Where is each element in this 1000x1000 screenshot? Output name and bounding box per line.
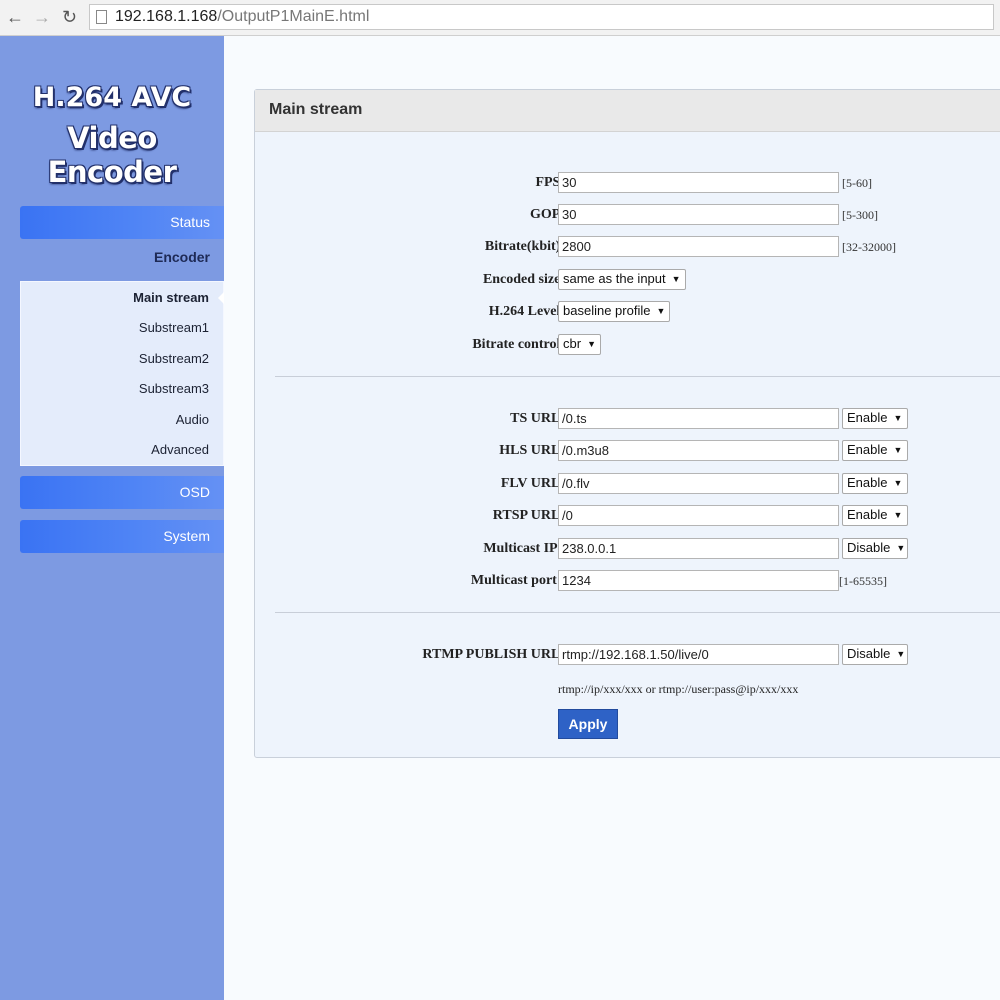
h264-level-label: H.264 Level: [488, 304, 565, 319]
rtmp-state: Disable [847, 646, 891, 661]
encoded-size-label: Encoded size: [482, 272, 565, 287]
rtsp-url-state: Enable [847, 507, 888, 522]
main-stream-panel: Main stream FPS: [5-60] GOP: [5-300] Bit… [254, 89, 1000, 758]
multicast-ip-input[interactable] [558, 538, 839, 559]
bitrate-control-label: Bitrate control: [472, 337, 565, 352]
logo-line2: Video Encoder [47, 121, 177, 189]
ts-url-enable-select[interactable]: Enable ▼ [842, 408, 908, 429]
fps-range: [5-60] [842, 176, 872, 190]
flv-url-label: FLV URL: [500, 476, 565, 491]
dropdown-arrow-icon: ▼ [587, 339, 596, 349]
apply-button[interactable]: Apply [558, 709, 618, 739]
dropdown-arrow-icon: ▼ [893, 413, 903, 423]
multicast-ip-enable-select[interactable]: Disable ▼ [842, 538, 908, 559]
hls-url-input[interactable] [558, 440, 839, 461]
bitrate-label: Bitrate(kbit): [484, 239, 565, 254]
submenu-item-audio[interactable]: Audio [176, 412, 209, 427]
flv-url-state: Enable [847, 475, 888, 490]
ts-url-input[interactable] [558, 408, 839, 429]
gop-range: [5-300] [842, 208, 878, 222]
bitrate-control-select[interactable]: cbr ▼ [558, 334, 601, 355]
address-bar[interactable]: 192.168.1.168/OutputP1MainE.html [89, 4, 994, 30]
panel-header: Main stream [255, 90, 1000, 132]
logo-line1: H.264 AVC [32, 82, 192, 113]
dropdown-arrow-icon: ▼ [893, 510, 903, 520]
url-text: 192.168.1.168/OutputP1MainE.html [115, 8, 369, 26]
h264-level-select[interactable]: baseline profile ▼ [558, 301, 671, 322]
panel-title: Main stream [269, 101, 363, 118]
rtmp-format-hint: rtmp://ip/xxx/xxx or rtmp://user:pass@ip… [558, 682, 799, 696]
encoded-size-value: same as the input [563, 271, 666, 286]
sidebar-item-status[interactable]: Status [20, 206, 224, 239]
fps-input[interactable] [558, 172, 839, 193]
flv-url-enable-select[interactable]: Enable ▼ [842, 473, 908, 494]
h264-level-value: baseline profile [563, 303, 651, 318]
submenu-item-main-stream[interactable]: Main stream [133, 290, 209, 305]
dropdown-arrow-icon: ▼ [671, 274, 681, 284]
dropdown-arrow-icon: ▼ [893, 445, 903, 455]
sidebar-item-system[interactable]: System [20, 520, 224, 553]
gop-input[interactable] [558, 204, 839, 225]
rtsp-url-input[interactable] [558, 505, 839, 526]
divider [275, 612, 1000, 613]
dropdown-arrow-icon: ▼ [896, 543, 906, 553]
hls-url-state: Enable [847, 442, 888, 457]
submenu-item-substream3[interactable]: Substream3 [139, 381, 209, 396]
browser-toolbar: ← → ↻ 192.168.1.168/OutputP1MainE.html [0, 0, 1000, 36]
url-host: 192.168.1.168 [115, 8, 218, 25]
dropdown-arrow-icon: ▼ [893, 478, 903, 488]
submenu-item-substream2[interactable]: Substream2 [139, 351, 209, 366]
encoded-size-select[interactable]: same as the input ▼ [558, 269, 686, 290]
hls-url-label: HLS URL: [499, 443, 565, 458]
sidebar: H.264 AVC Video Encoder Status Encoder M… [0, 36, 224, 1000]
reload-icon[interactable]: ↻ [62, 7, 77, 27]
page-icon [96, 10, 107, 24]
dropdown-arrow-icon: ▼ [896, 649, 906, 659]
rtmp-url-label: RTMP PUBLISH URL: [422, 647, 565, 662]
hls-url-enable-select[interactable]: Enable ▼ [842, 440, 908, 461]
forward-arrow-icon[interactable]: → [33, 7, 51, 27]
rtmp-url-input[interactable] [558, 644, 839, 665]
rtsp-url-label: RTSP URL: [492, 508, 565, 523]
multicast-ip-state: Disable [847, 540, 891, 555]
back-arrow-icon[interactable]: ← [6, 7, 24, 27]
active-indicator-icon [218, 292, 224, 304]
sidebar-item-encoder[interactable]: Encoder [20, 249, 224, 265]
bitrate-input[interactable] [558, 236, 839, 257]
flv-url-input[interactable] [558, 473, 839, 494]
submenu-item-advanced[interactable]: Advanced [151, 442, 209, 457]
divider [275, 376, 1000, 377]
bitrate-range: [32-32000] [842, 240, 896, 254]
sidebar-item-osd[interactable]: OSD [20, 476, 224, 509]
bitrate-control-value: cbr [563, 336, 582, 351]
encoder-submenu: Main stream Substream1 Substream2 Substr… [20, 281, 224, 466]
rtsp-url-enable-select[interactable]: Enable ▼ [842, 505, 908, 526]
multicast-port-input[interactable] [558, 570, 839, 591]
ts-url-label: TS URL: [510, 411, 565, 426]
submenu-item-substream1[interactable]: Substream1 [139, 320, 209, 335]
url-path: /OutputP1MainE.html [217, 8, 370, 25]
dropdown-arrow-icon: ▼ [656, 306, 666, 316]
multicast-ip-label: Multicast IP : [483, 541, 565, 556]
multicast-port-label: Multicast port : [470, 573, 565, 588]
rtmp-enable-select[interactable]: Disable ▼ [842, 644, 908, 665]
ts-url-state: Enable [847, 410, 888, 425]
multicast-port-range: [1-65535] [839, 574, 887, 588]
